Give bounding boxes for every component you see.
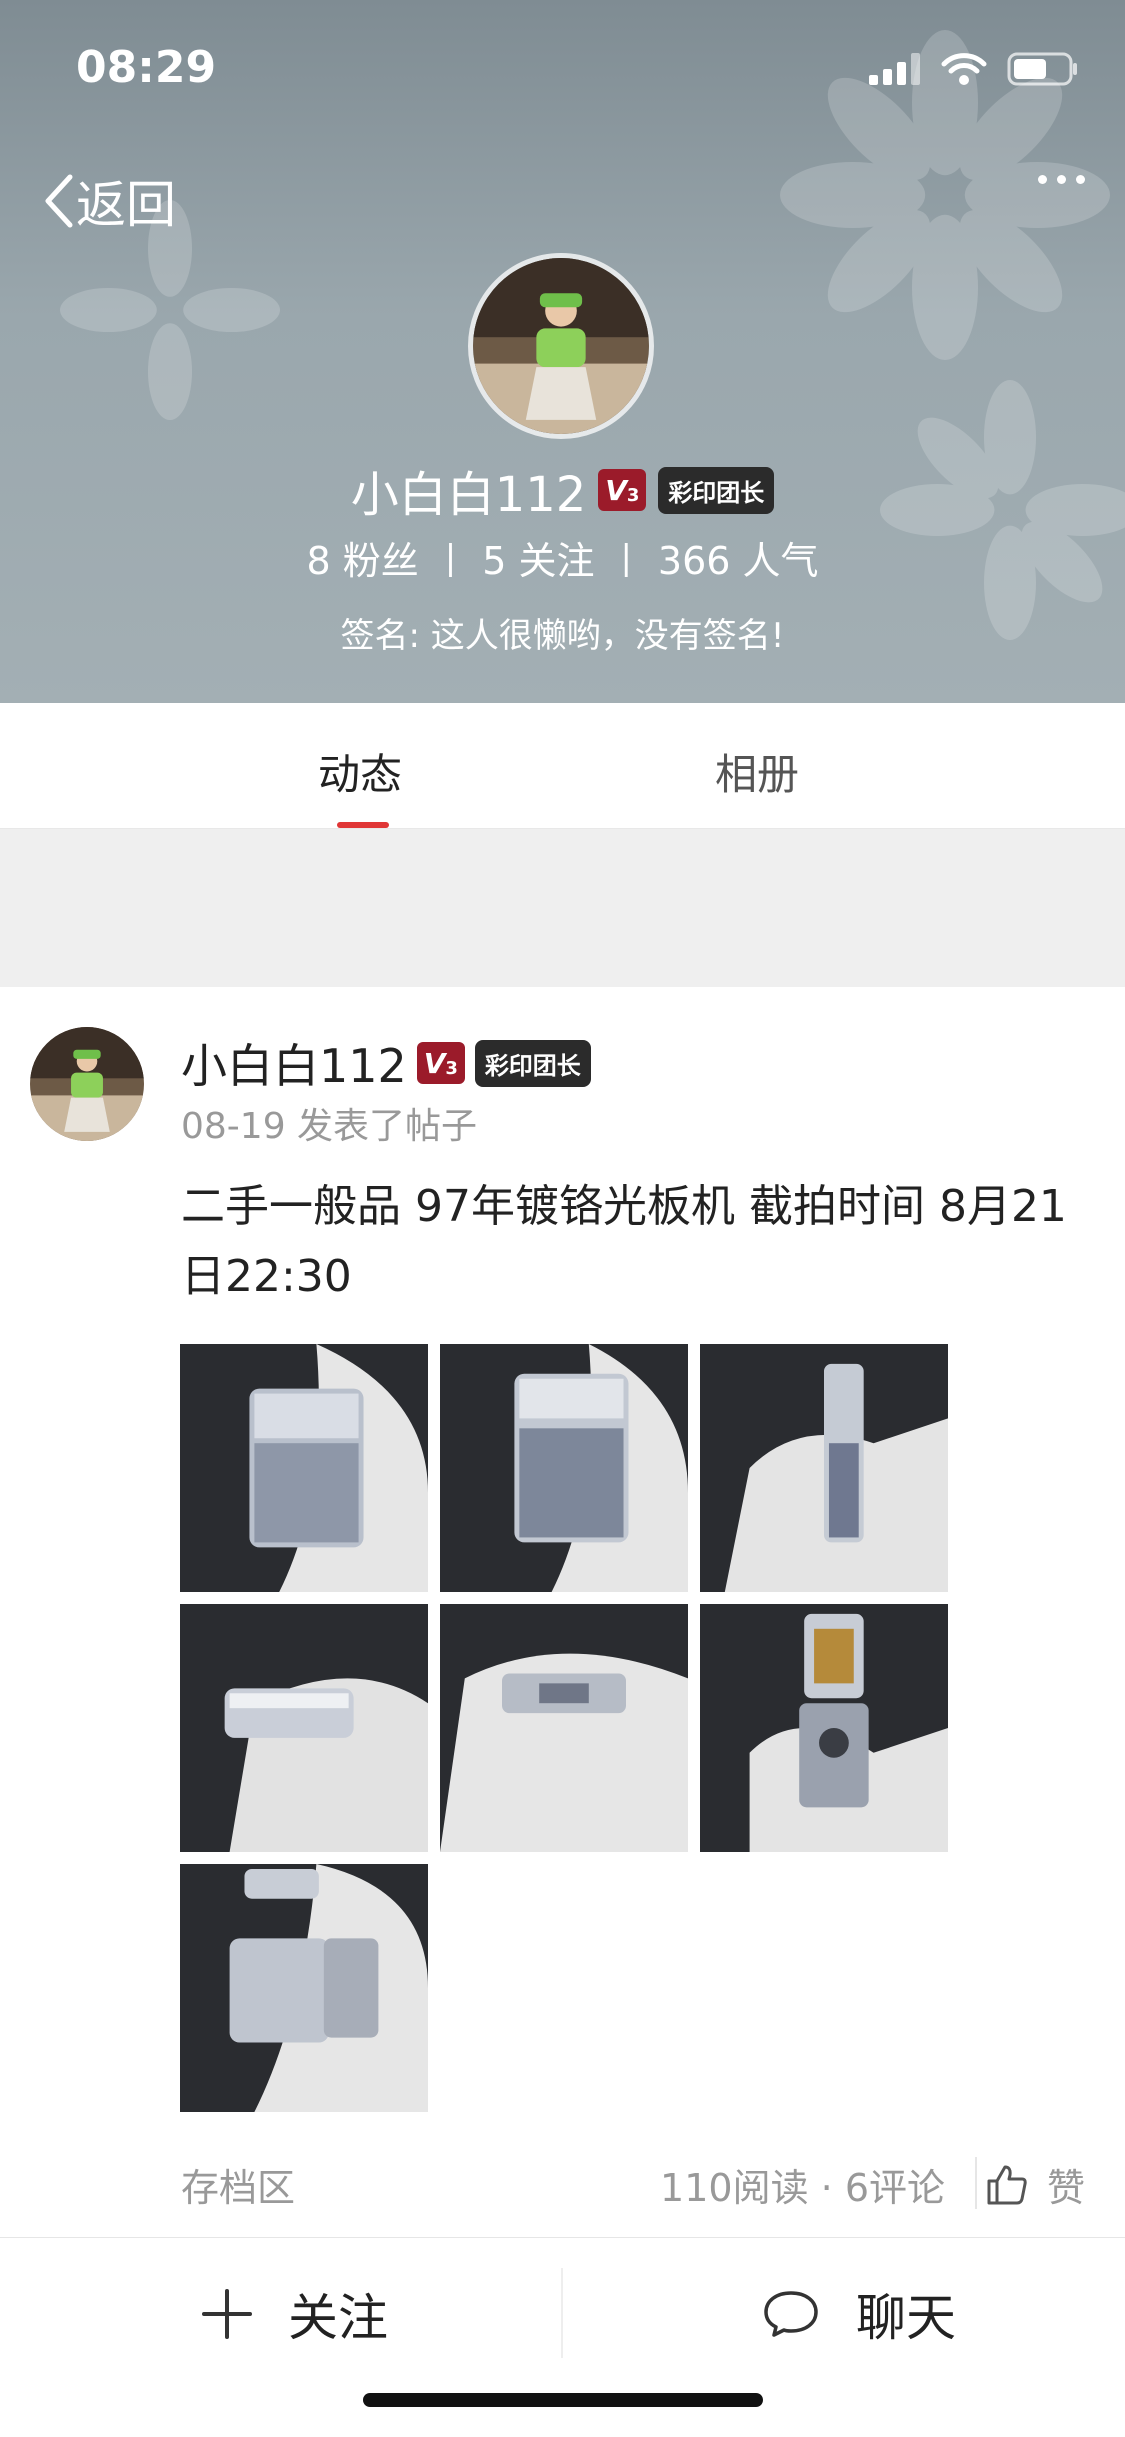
stats-divider: | <box>620 537 632 578</box>
role-badge: 彩印团长 <box>658 466 775 514</box>
more-dots-icon[interactable] <box>1038 175 1085 184</box>
profile-name-row: 小白白112 V3 彩印团长 <box>0 455 1125 525</box>
like-label: 赞 <box>1046 2166 1085 2210</box>
popularity-count: 366 人气 <box>657 539 819 583</box>
follow-label: 关注 <box>288 2289 388 2347</box>
post-photo[interactable] <box>440 1344 688 1592</box>
level-badge: V3 <box>598 469 647 511</box>
status-time: 08:29 <box>76 42 217 93</box>
home-indicator <box>363 2393 763 2407</box>
post-photo[interactable] <box>180 1344 428 1592</box>
battery-icon <box>1007 52 1077 86</box>
profile-name: 小白白112 <box>350 467 587 523</box>
profile-stats: 8 粉丝 | 5 关注 | 366 人气 <box>0 530 1125 585</box>
tab-album[interactable]: 相册 <box>715 741 799 802</box>
section-spacer <box>0 829 1125 987</box>
post-role-badge: 彩印团长 <box>474 1039 591 1087</box>
post-photo[interactable] <box>700 1604 948 1852</box>
chat-button[interactable]: 聊天 <box>762 2278 956 2350</box>
avatar-image <box>473 258 649 434</box>
avatar[interactable] <box>468 253 654 439</box>
thumbs-up-icon <box>987 2165 1027 2204</box>
follow-button[interactable]: 关注 <box>202 2278 388 2350</box>
post-footer: 存档区 110阅读 · 6评论 赞 <box>0 2157 1125 2217</box>
post-author-row: 小白白112 V3 彩印团长 <box>181 1030 591 1096</box>
footer-divider <box>975 2157 977 2209</box>
bottom-bar-divider <box>561 2268 563 2358</box>
post-photo[interactable] <box>180 1864 428 2112</box>
profile-header: 08:29 返回 小白白112 V 3 彩印团长 8 粉丝 | 5 关注 | 3… <box>0 0 1125 703</box>
post-author-name[interactable]: 小白白112 <box>181 1030 407 1096</box>
back-chevron-icon <box>45 174 73 228</box>
chat-label: 聊天 <box>856 2289 956 2347</box>
back-button[interactable]: 返回 <box>40 165 176 237</box>
post-photo[interactable] <box>180 1604 428 1852</box>
fans-count[interactable]: 8 粉丝 <box>306 530 418 585</box>
profile-signature: 签名: 这人很懒哟，没有签名! <box>340 616 785 656</box>
stats-divider: | <box>444 537 457 578</box>
post-stats: 110阅读 · 6评论 <box>660 2166 945 2210</box>
profile-tabs: 动态 相册 <box>0 703 1125 829</box>
back-label: 返回 <box>76 176 176 234</box>
following-count[interactable]: 5 关注 <box>482 530 594 585</box>
tab-dynamics[interactable]: 动态 <box>318 741 402 802</box>
like-button[interactable]: 赞 <box>985 2157 1085 2212</box>
status-icons <box>869 52 1079 86</box>
post-card[interactable]: 小白白112 V3 彩印团长 08-19 发表了帖子 二手一般品 97年镀铬光板… <box>0 987 1125 2237</box>
active-tab-indicator <box>337 822 389 828</box>
wifi-icon <box>941 53 987 85</box>
post-text[interactable]: 二手一般品 97年镀铬光板机 截拍时间 8月21日22:30 <box>181 1172 1081 1312</box>
post-photo[interactable] <box>440 1604 688 1852</box>
post-author-avatar[interactable] <box>30 1027 144 1141</box>
post-category[interactable]: 存档区 <box>181 2157 295 2212</box>
chat-bubble-icon <box>764 2291 818 2337</box>
post-photo[interactable] <box>700 1344 948 1592</box>
bottom-action-bar: 关注 聊天 <box>0 2237 1125 2437</box>
post-meta: 08-19 发表了帖子 <box>181 1106 478 1147</box>
post-level-badge: V3 <box>416 1042 465 1084</box>
signal-icon <box>869 53 920 85</box>
plus-icon <box>202 2289 252 2339</box>
